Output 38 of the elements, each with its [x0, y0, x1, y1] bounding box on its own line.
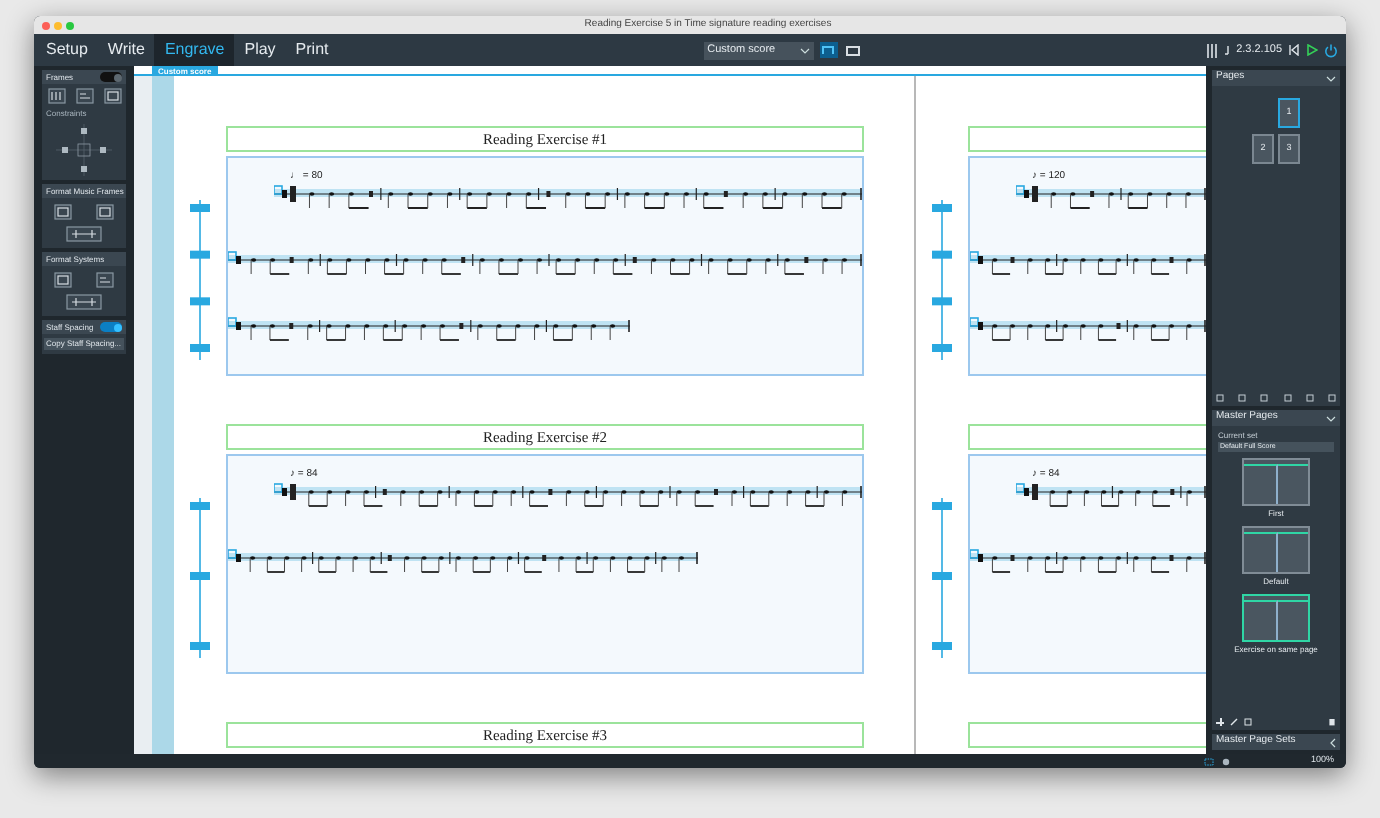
- page-tool-icon[interactable]: [1305, 394, 1314, 402]
- master-page-thumbnail[interactable]: [1242, 594, 1310, 642]
- select-icon[interactable]: [1204, 757, 1215, 765]
- galley-view-button[interactable]: [843, 42, 862, 58]
- note-icon: [1224, 45, 1231, 55]
- play-icon[interactable]: [1306, 44, 1318, 56]
- rewind-icon[interactable]: [1288, 44, 1300, 56]
- mode-tab[interactable]: Engrave: [154, 34, 235, 66]
- chevron-down-icon[interactable]: [1326, 75, 1336, 81]
- format-tool-icon[interactable]: [96, 272, 114, 288]
- page-tool-icon[interactable]: [1260, 394, 1269, 402]
- pencil-icon[interactable]: [1230, 718, 1238, 726]
- page-tool-icon[interactable]: [1283, 394, 1292, 402]
- toggle-switch[interactable]: [100, 72, 122, 82]
- mixer-icon[interactable]: [1206, 43, 1219, 57]
- page-view-button[interactable]: [819, 42, 838, 58]
- page-tool-icon[interactable]: [1238, 394, 1247, 402]
- format-tool-icon[interactable]: [54, 272, 72, 288]
- power-icon[interactable]: [1324, 43, 1338, 57]
- frame-tool-icon[interactable]: [75, 88, 93, 104]
- mode-tab[interactable]: Write: [97, 34, 155, 66]
- format-tool-icon[interactable]: [66, 226, 102, 242]
- page-tool-icon[interactable]: [1327, 394, 1336, 402]
- chevron-down-icon: [799, 47, 810, 53]
- format-tool-icon[interactable]: [96, 204, 114, 220]
- page-tool-icon[interactable]: [1216, 394, 1224, 402]
- format-tool-icon[interactable]: [66, 294, 102, 310]
- mode-tab[interactable]: Print: [285, 34, 339, 66]
- format-tool-icon[interactable]: [54, 204, 72, 220]
- frame-tool-icon[interactable]: [103, 88, 121, 104]
- mode-tab[interactable]: Setup: [36, 34, 98, 66]
- frame-tool-icon[interactable]: [47, 88, 65, 104]
- chevron-left-icon[interactable]: [1330, 737, 1336, 747]
- toggle-switch[interactable]: [100, 322, 122, 332]
- master-page-thumbnail[interactable]: [1242, 526, 1310, 574]
- chevron-down-icon[interactable]: [1326, 415, 1336, 421]
- mode-tab[interactable]: Play: [234, 34, 286, 66]
- master-page-thumbnail[interactable]: [1242, 458, 1310, 506]
